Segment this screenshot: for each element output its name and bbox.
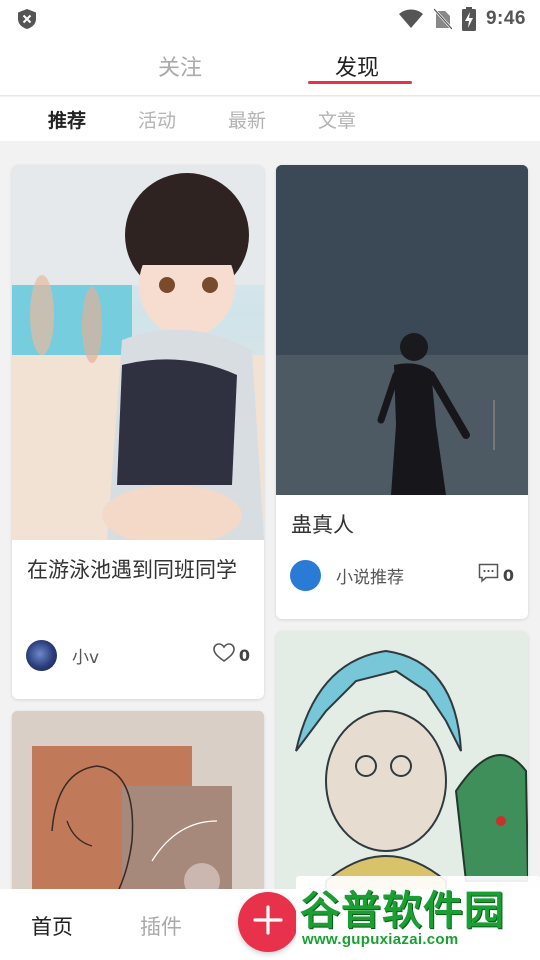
subtab-articles[interactable]: 文章 — [318, 106, 356, 133]
battery-charging-icon — [461, 7, 476, 31]
plus-icon — [253, 905, 283, 939]
active-tab-indicator — [308, 81, 412, 84]
subtab-activity[interactable]: 活动 — [138, 106, 176, 133]
nav-plugins[interactable]: 插件 — [140, 911, 182, 941]
card-cover-image[interactable] — [276, 631, 528, 889]
create-post-button[interactable] — [238, 892, 298, 952]
card-meta: 小v 0 — [26, 639, 250, 671]
card-meta: 小说推荐 0 — [290, 559, 514, 591]
like-button[interactable]: 0 — [213, 643, 250, 667]
feed-card[interactable] — [12, 711, 264, 889]
watermark: 谷普软件园 www.gupuxiazai.com — [296, 876, 540, 960]
comment-button[interactable]: 0 — [478, 563, 514, 587]
tab-discover[interactable]: 发现 — [335, 50, 379, 82]
card-title[interactable]: 在游泳池遇到同班同学 — [12, 540, 264, 587]
watermark-title: 谷普软件园 — [300, 888, 505, 934]
card-cover-image[interactable] — [276, 165, 528, 495]
top-tab-bar: 关注 发现 — [0, 38, 540, 96]
tab-follow[interactable]: 关注 — [158, 50, 202, 82]
subtab-latest[interactable]: 最新 — [228, 106, 266, 133]
comment-icon — [478, 563, 499, 587]
feed-card[interactable]: 在游泳池遇到同班同学 小v 0 — [12, 165, 264, 699]
wifi-icon — [398, 9, 424, 29]
avatar[interactable] — [26, 639, 57, 671]
avatar[interactable] — [290, 559, 321, 591]
heart-icon — [213, 643, 235, 667]
card-title[interactable]: 蛊真人 — [276, 495, 528, 542]
subtab-recommend[interactable]: 推荐 — [48, 106, 86, 133]
author-name[interactable]: 小说推荐 — [336, 563, 478, 588]
feed[interactable]: 在游泳池遇到同班同学 小v 0 蛊真人 小说推荐 0 — [0, 141, 540, 889]
card-cover-image[interactable] — [12, 711, 264, 889]
author-name[interactable]: 小v — [72, 643, 213, 668]
sub-tab-bar: 推荐 活动 最新 文章 — [0, 97, 540, 141]
card-cover-image[interactable] — [12, 165, 264, 540]
like-count: 0 — [238, 645, 250, 665]
status-bar: 9:46 — [0, 0, 540, 38]
clock: 9:46 — [485, 8, 526, 29]
watermark-url: www.gupuxiazai.com — [302, 931, 459, 948]
feed-card[interactable] — [276, 631, 528, 889]
feed-card[interactable]: 蛊真人 小说推荐 0 — [276, 165, 528, 619]
nav-home[interactable]: 首页 — [31, 911, 73, 941]
shield-icon — [16, 8, 38, 30]
comment-count: 0 — [502, 565, 514, 585]
no-sim-icon — [433, 8, 452, 30]
